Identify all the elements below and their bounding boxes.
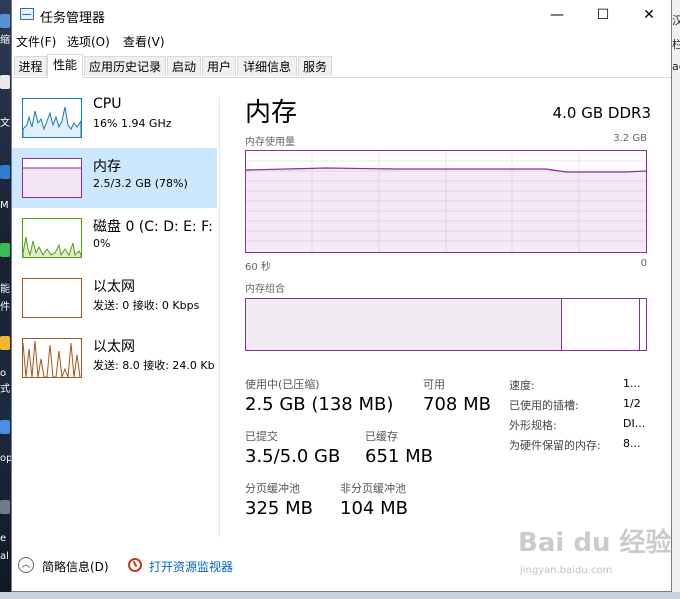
nonpaged-pool-label: 非分页缓冲池: [340, 482, 406, 495]
fewer-details-link[interactable]: 简略信息(D): [42, 558, 109, 575]
desktop-app-icon[interactable]: [0, 243, 10, 257]
sidebar-memory-name: 内存: [93, 159, 121, 175]
sidebar-ethernet-name: 以太网: [93, 279, 135, 295]
slots-used-label: 已使用的插槽:: [509, 399, 579, 412]
desktop-label: o: [0, 368, 7, 379]
window-title: 任务管理器: [40, 11, 106, 26]
form-factor-label: 外形规格:: [509, 419, 557, 432]
in-use-value: 2.5 GB (138 MB): [245, 394, 394, 415]
sidebar-cpu-name: CPU: [93, 96, 122, 112]
usage-graph-label: 内存使用量: [245, 137, 295, 148]
composition-standby: [562, 299, 640, 350]
memory-usage-graph: [245, 150, 647, 253]
baidu-watermark-url: jingyan.baidu.com: [520, 565, 613, 576]
tab-bar: 进程 性能 应用历史记录 启动 用户 详细信息 服务: [12, 53, 671, 78]
tab-startup[interactable]: 启动: [167, 56, 201, 76]
title-bar[interactable]: 任务管理器 — ☐ ✕: [12, 0, 671, 30]
sidebar-item-disk[interactable]: 磁盘 0 (C: D: E: F: 0%: [12, 208, 217, 268]
desktop-app-icon[interactable]: [0, 336, 10, 350]
desktop-label: 栏: [672, 38, 680, 51]
sidebar-cpu-value: 16% 1.94 GHz: [93, 117, 172, 130]
close-button[interactable]: ✕: [626, 0, 672, 30]
form-factor-value: DI...: [623, 417, 646, 430]
ethernet-thumbnail-graph: [22, 278, 82, 318]
task-manager-app-icon: [20, 8, 34, 20]
sidebar-divider: [219, 97, 220, 537]
sidebar-memory-value: 2.5/3.2 GB (78%): [93, 177, 188, 190]
hardware-reserved-value: 8...: [623, 437, 641, 450]
sidebar-disk-value: 0%: [93, 237, 111, 250]
desktop-app-icon[interactable]: [0, 420, 10, 434]
desktop-bottom-edge: [0, 592, 680, 599]
paged-pool-value: 325 MB: [245, 498, 313, 519]
ethernet-thumbnail-graph: [22, 338, 82, 378]
tab-processes[interactable]: 进程: [14, 56, 47, 76]
desktop-label: al: [0, 551, 9, 562]
tab-performance[interactable]: 性能: [47, 54, 83, 78]
composition-in-use: [246, 299, 562, 350]
resource-monitor-icon[interactable]: [128, 558, 142, 572]
desktop-label: 件: [0, 302, 10, 313]
desktop-app-icon[interactable]: [0, 14, 10, 28]
desktop-label: 缩: [0, 35, 10, 46]
sidebar-item-ethernet-2[interactable]: 以太网 发送: 8.0 接收: 24.0 Kb: [12, 328, 217, 388]
disk-thumbnail-graph: [22, 218, 82, 258]
desktop-right-strip: 汉 栏 ac: [672, 0, 680, 599]
composition-label: 内存组合: [245, 284, 285, 295]
committed-value: 3.5/5.0 GB: [245, 446, 341, 467]
usage-graph-max: 3.2 GB: [613, 133, 647, 144]
hardware-reserved-label: 为硬件保留的内存:: [509, 439, 601, 452]
menu-options[interactable]: 选项(O): [67, 33, 110, 50]
menu-view[interactable]: 查看(V): [123, 33, 165, 50]
desktop-label: 能: [0, 284, 10, 295]
paged-pool-label: 分页缓冲池: [245, 482, 300, 495]
maximize-button[interactable]: ☐: [580, 0, 626, 30]
committed-label: 已提交: [245, 430, 278, 443]
cached-value: 651 MB: [365, 446, 433, 467]
sidebar-item-cpu[interactable]: CPU 16% 1.94 GHz: [12, 88, 217, 148]
open-resource-monitor-link[interactable]: 打开资源监视器: [149, 558, 233, 575]
menu-bar: 文件(F) 选项(O) 查看(V): [12, 30, 671, 50]
detail-title: 内存: [245, 98, 298, 128]
tab-details[interactable]: 详细信息: [237, 56, 297, 76]
minimize-button[interactable]: —: [534, 0, 580, 30]
cached-label: 已缓存: [365, 430, 398, 443]
task-manager-window: 任务管理器 — ☐ ✕ 文件(F) 选项(O) 查看(V) 进程 性能 应用历史…: [11, 0, 672, 592]
desktop-app-icon[interactable]: [0, 165, 10, 179]
nonpaged-pool-value: 104 MB: [340, 498, 408, 519]
desktop-label: e: [0, 533, 7, 544]
desktop-label: 文: [0, 118, 10, 129]
sidebar-ethernet-value: 发送: 0 接收: 0 Kbps: [93, 299, 200, 312]
desktop-label: 汉: [672, 14, 680, 27]
baidu-watermark-logo: Bai du 经验: [518, 528, 672, 558]
desktop-label: M: [0, 200, 9, 211]
menu-file[interactable]: 文件(F): [16, 33, 56, 50]
tab-users[interactable]: 用户: [202, 56, 236, 76]
desktop-app-icon[interactable]: [0, 500, 10, 514]
sidebar-item-memory[interactable]: 内存 2.5/3.2 GB (78%): [12, 148, 217, 208]
speed-value: 1...: [623, 377, 641, 390]
speed-label: 速度:: [509, 379, 535, 392]
in-use-label: 使用中(已压缩): [245, 378, 320, 391]
available-value: 708 MB: [423, 394, 491, 415]
tab-app-history[interactable]: 应用历史记录: [84, 56, 166, 76]
memory-thumbnail-graph: [22, 158, 82, 198]
memory-spec: 4.0 GB DDR3: [552, 104, 651, 122]
graph-time-right: 0: [640, 258, 647, 269]
desktop-app-icon[interactable]: [0, 75, 10, 89]
performance-sidebar: CPU 16% 1.94 GHz 内存 2.5/3.2 GB (78%) 磁盘 …: [12, 88, 217, 528]
sidebar-ethernet-value: 发送: 8.0 接收: 24.0 Kb: [93, 359, 215, 372]
cpu-thumbnail-graph: [22, 98, 82, 138]
tab-services[interactable]: 服务: [298, 56, 332, 76]
slots-used-value: 1/2: [623, 397, 641, 410]
desktop-label: ac: [672, 60, 680, 73]
sidebar-item-ethernet-1[interactable]: 以太网 发送: 0 接收: 0 Kbps: [12, 268, 217, 328]
sidebar-ethernet-name: 以太网: [93, 339, 135, 355]
sidebar-disk-name: 磁盘 0 (C: D: E: F:: [93, 219, 213, 235]
desktop-label: 式: [0, 384, 10, 395]
graph-time-left: 60 秒: [245, 262, 271, 273]
chevron-up-icon[interactable]: ︿: [18, 557, 34, 573]
available-label: 可用: [423, 378, 445, 391]
memory-composition-bar: [245, 298, 647, 351]
